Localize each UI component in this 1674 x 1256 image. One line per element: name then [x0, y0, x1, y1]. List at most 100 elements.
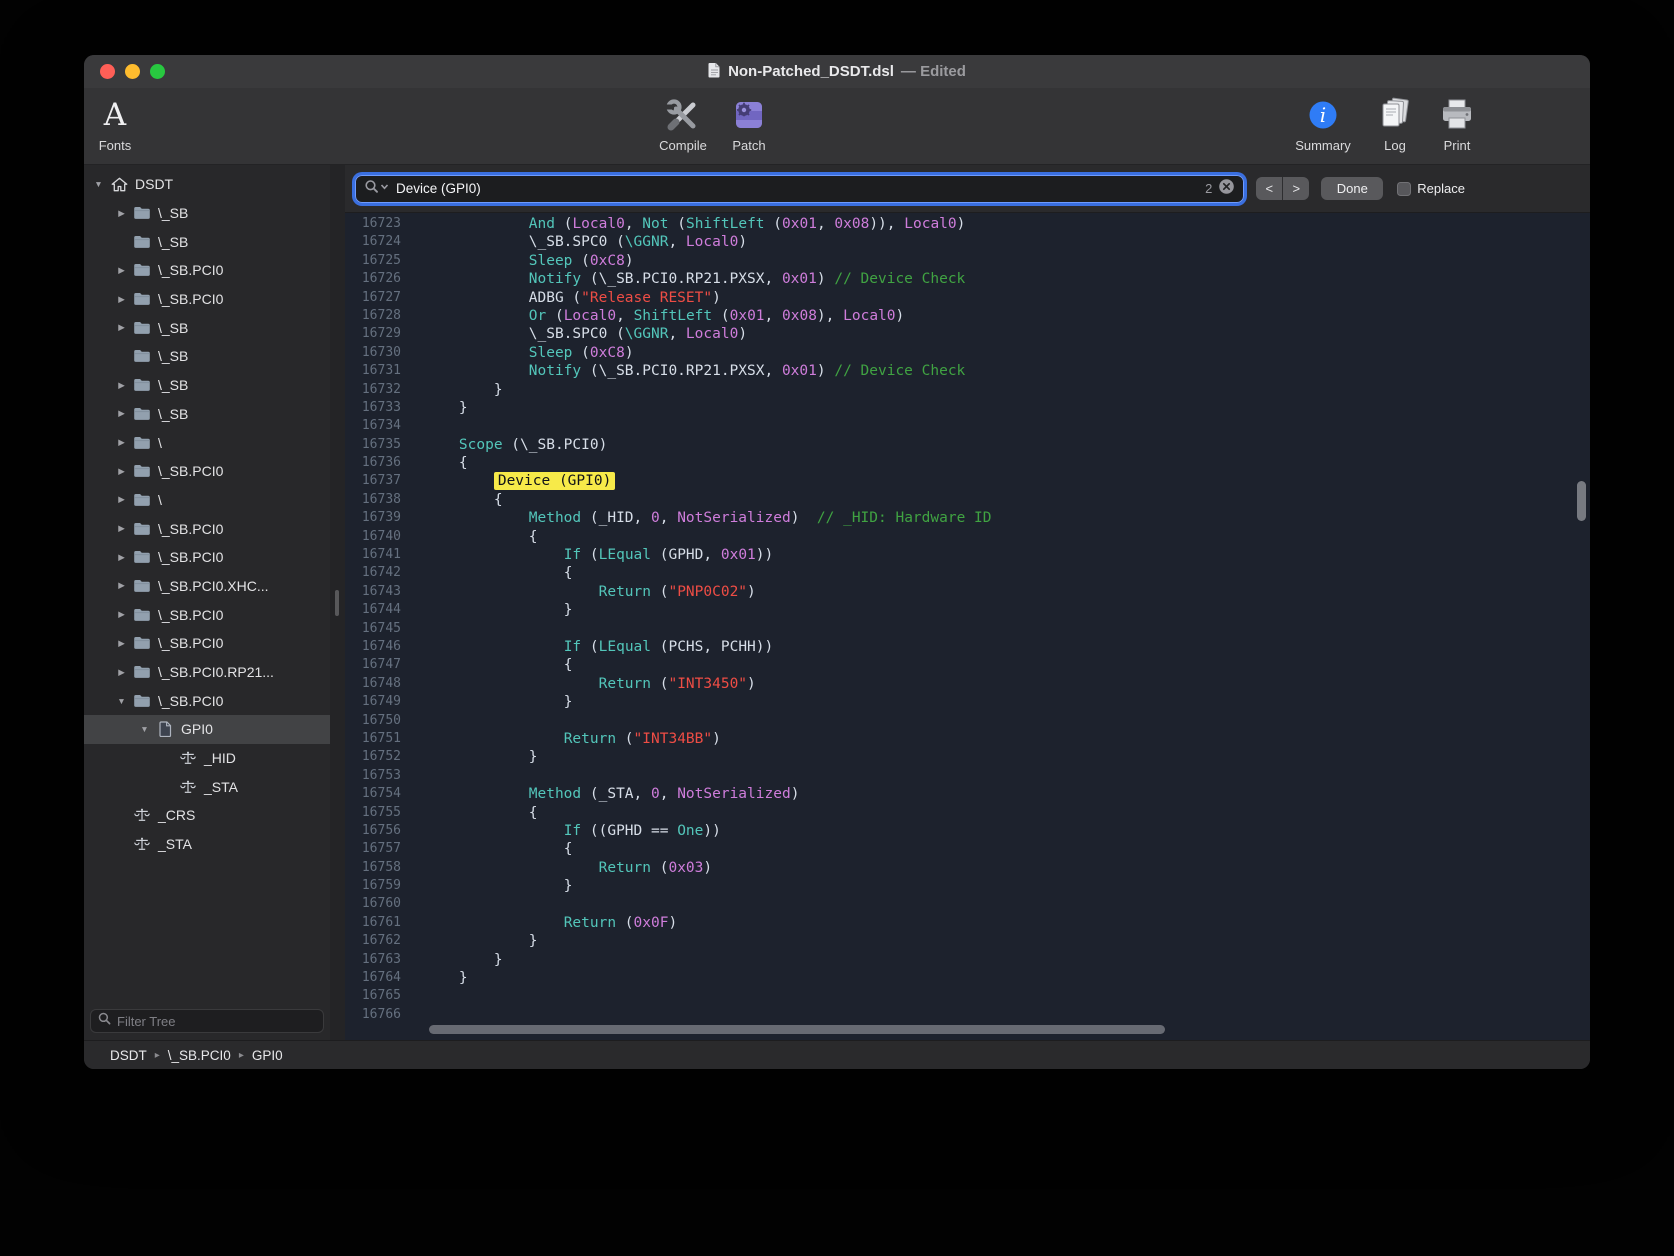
disclosure-triangle[interactable]: ▼ — [90, 179, 107, 189]
disclosure-triangle[interactable]: ▶ — [113, 494, 130, 505]
code-line: { — [424, 840, 1590, 858]
tree-item-sbpci0rp21[interactable]: ▶\_SB.PCI0.RP21... — [84, 658, 330, 687]
log-button[interactable]: Log — [1371, 95, 1419, 153]
disclosure-triangle[interactable]: ▶ — [113, 265, 130, 276]
code-area[interactable]: And (Local0, Not (ShiftLeft (0x01, 0x08)… — [410, 215, 1590, 1040]
tree-item-gpi0[interactable]: ▼GPI0 — [84, 715, 330, 744]
document-icon — [708, 62, 721, 82]
tree-item-sbpci0xhc[interactable]: ▶\_SB.PCI0.XHC... — [84, 572, 330, 601]
code-token: ) — [668, 915, 677, 931]
line-number: 16750 — [345, 712, 401, 730]
tree-item-sbpci0[interactable]: ▼\_SB.PCI0 — [84, 686, 330, 715]
disclosure-triangle[interactable]: ▶ — [113, 667, 130, 678]
code-token: } — [564, 602, 573, 618]
breadcrumb-item[interactable]: \_SB.PCI0 — [168, 1048, 231, 1063]
disclosure-triangle[interactable]: ▶ — [113, 466, 130, 477]
tree-item-sbpci0[interactable]: ▶\_SB.PCI0 — [84, 514, 330, 543]
tree-item-sbpci0[interactable]: ▶\_SB.PCI0 — [84, 629, 330, 658]
tree-item-sb[interactable]: \_SB — [84, 342, 330, 371]
tree-item-sta[interactable]: _STA — [84, 772, 330, 801]
line-number: 16726 — [345, 270, 401, 288]
splitter-handle[interactable] — [335, 590, 339, 616]
disclosure-triangle[interactable]: ▶ — [113, 609, 130, 620]
titlebar[interactable]: Non-Patched_DSDT.dsl — Edited — [84, 55, 1590, 88]
disclosure-triangle[interactable]: ▶ — [113, 380, 130, 391]
window-title-text: Non-Patched_DSDT.dsl — [728, 63, 894, 80]
replace-checkbox[interactable] — [1397, 182, 1411, 196]
breadcrumb-item[interactable]: GPI0 — [252, 1048, 283, 1063]
folder-icon — [130, 634, 154, 652]
line-number: 16760 — [345, 895, 401, 913]
tree-item-label: DSDT — [131, 176, 173, 192]
filter-tree-field[interactable]: Filter Tree — [90, 1009, 324, 1033]
disclosure-triangle[interactable]: ▶ — [113, 580, 130, 591]
sidebar-splitter[interactable] — [330, 165, 345, 1040]
tree-item-hid[interactable]: _HID — [84, 744, 330, 773]
folder-icon — [130, 520, 154, 538]
tree-item-sbpci0[interactable]: ▶\_SB.PCI0 — [84, 600, 330, 629]
horizontal-scrollbar[interactable] — [423, 1025, 1574, 1034]
summary-label: Summary — [1295, 138, 1351, 153]
code-line: } — [424, 693, 1590, 711]
vertical-scrollbar[interactable] — [1577, 481, 1586, 521]
code-line: { — [424, 564, 1590, 582]
code-token: (PCHS, PCHH)) — [651, 639, 773, 655]
disclosure-triangle[interactable]: ▼ — [113, 696, 130, 706]
disclosure-triangle[interactable]: ▶ — [113, 208, 130, 219]
disclosure-triangle[interactable]: ▶ — [113, 437, 130, 448]
find-search-field[interactable]: Device (GPI0) 2 — [355, 175, 1244, 203]
disclosure-triangle[interactable]: ▶ — [113, 322, 130, 333]
code-line — [424, 620, 1590, 638]
find-next-button[interactable]: > — [1283, 177, 1309, 200]
tree-item-label: \_SB — [154, 320, 188, 336]
sidebar-tree: ▼DSDT▶\_SB\_SB▶\_SB.PCI0▶\_SB.PCI0▶\_SB\… — [84, 165, 330, 859]
disclosure-triangle[interactable]: ▶ — [113, 294, 130, 305]
line-number: 16764 — [345, 969, 401, 987]
find-previous-button[interactable]: < — [1256, 177, 1282, 200]
tree-item-dsdt[interactable]: ▼ DSDT — [84, 170, 330, 199]
tree-item-sbpci0[interactable]: ▶\_SB.PCI0 — [84, 543, 330, 572]
code-token: ) — [625, 253, 634, 269]
disclosure-triangle[interactable]: ▶ — [113, 523, 130, 534]
code-token: 0 — [651, 786, 660, 802]
zoom-window-button[interactable] — [150, 64, 165, 79]
close-window-button[interactable] — [100, 64, 115, 79]
line-number: 16743 — [345, 583, 401, 601]
code-editor[interactable]: 1672316724167251672616727167281672916730… — [345, 213, 1590, 1040]
tree-item-sta[interactable]: _STA — [84, 830, 330, 859]
code-token: One — [677, 823, 703, 839]
compile-button[interactable]: Compile — [650, 95, 716, 153]
tree-item-sb[interactable]: ▶\_SB — [84, 400, 330, 429]
done-button[interactable]: Done — [1321, 177, 1383, 200]
patch-label: Patch — [732, 138, 765, 153]
tree-item-[interactable]: ▶\ — [84, 428, 330, 457]
tree-item-sbpci0[interactable]: ▶\_SB.PCI0 — [84, 256, 330, 285]
disclosure-triangle[interactable]: ▶ — [113, 638, 130, 649]
breadcrumb-item[interactable]: DSDT — [110, 1048, 147, 1063]
code-line: { — [424, 656, 1590, 674]
patch-button[interactable]: Patch — [716, 95, 782, 153]
fonts-button[interactable]: A Fonts — [92, 95, 138, 153]
tree-item-[interactable]: ▶\ — [84, 486, 330, 515]
tree-item-crs[interactable]: _CRS — [84, 801, 330, 830]
tree-item-label: _HID — [200, 750, 236, 766]
tree-item-sbpci0[interactable]: ▶\_SB.PCI0 — [84, 457, 330, 486]
minimize-window-button[interactable] — [125, 64, 140, 79]
code-token: Method — [529, 786, 581, 802]
disclosure-triangle[interactable]: ▼ — [136, 724, 153, 734]
disclosure-triangle[interactable]: ▶ — [113, 408, 130, 419]
disclosure-triangle[interactable]: ▶ — [113, 552, 130, 563]
code-token: { — [459, 455, 468, 471]
tree-item-sb[interactable]: ▶\_SB — [84, 199, 330, 228]
tree-item-sbpci0[interactable]: ▶\_SB.PCI0 — [84, 285, 330, 314]
horizontal-scrollbar-thumb[interactable] — [429, 1025, 1166, 1034]
print-button[interactable]: Print — [1433, 95, 1481, 153]
clear-search-icon[interactable] — [1218, 178, 1235, 200]
tree-item-sb[interactable]: ▶\_SB — [84, 371, 330, 400]
summary-button[interactable]: i Summary — [1289, 95, 1357, 153]
code-token: Return — [599, 584, 651, 600]
tree-item-sb[interactable]: \_SB — [84, 227, 330, 256]
code-token: // Device Check — [834, 271, 965, 287]
tree-item-sb[interactable]: ▶ \_SB — [84, 313, 330, 342]
code-token: "INT3450" — [668, 676, 747, 692]
